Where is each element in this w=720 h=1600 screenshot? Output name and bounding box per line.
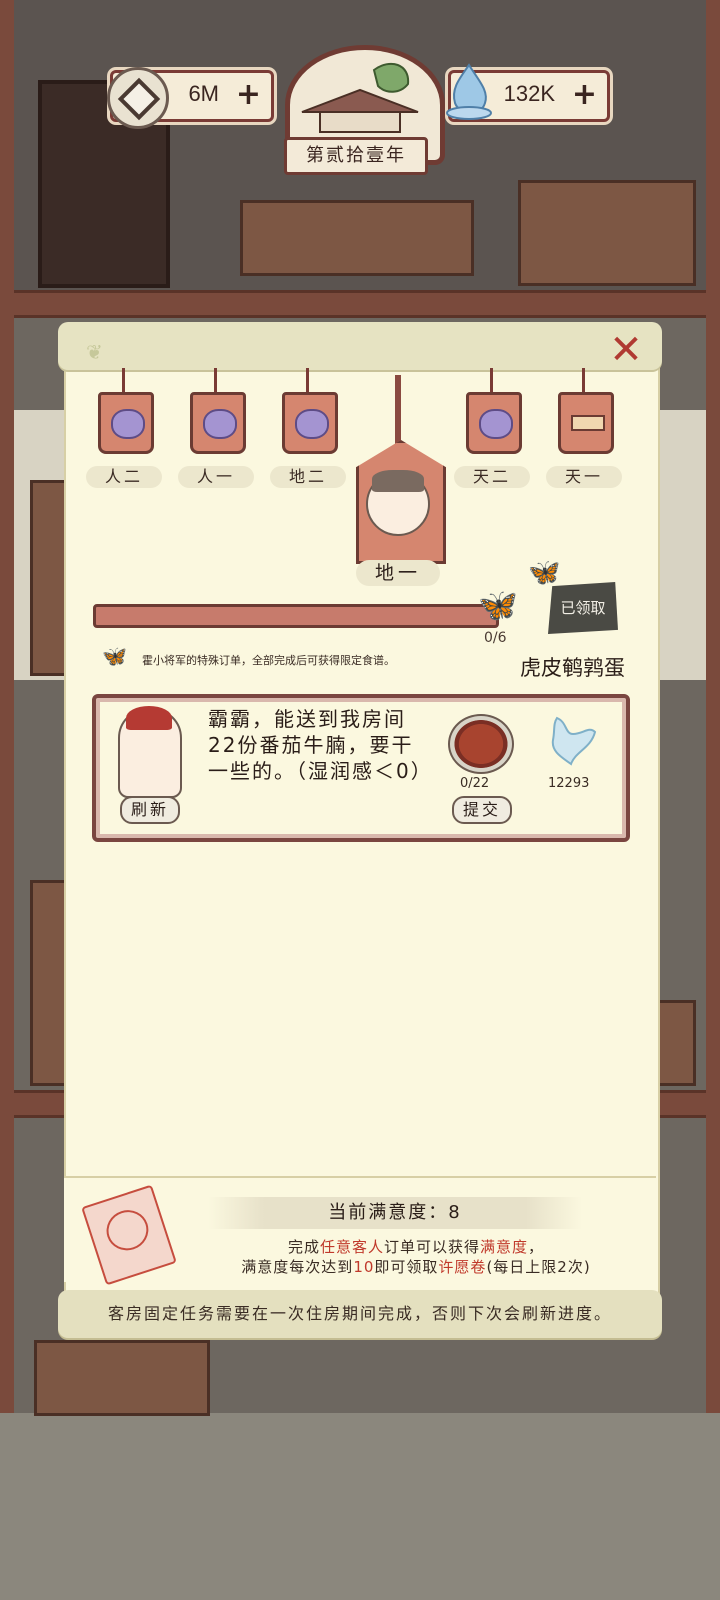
purple-bag-icon (479, 409, 513, 439)
right-pillar (706, 0, 720, 1413)
desc-text: ， (528, 1238, 545, 1256)
bed-furniture (240, 200, 474, 276)
selected-tag-string (395, 375, 401, 445)
coin-icon (107, 67, 169, 129)
progress-text: 0/6 (484, 630, 507, 646)
jade-spirit-icon (551, 716, 597, 766)
dish-count: 0/22 (460, 776, 490, 791)
purple-bag-icon (203, 409, 237, 439)
desc-text: 即可领取 (374, 1258, 439, 1276)
coin-counter: 6M + (107, 67, 274, 129)
desc-text: 完成 (287, 1238, 320, 1256)
submit-button[interactable]: 提交 (452, 796, 512, 824)
panel-scroll-top (58, 322, 662, 370)
right-table-lower (656, 1000, 696, 1086)
tier-tag-tian-er[interactable] (466, 392, 522, 454)
butterfly-icon: 🦋 (528, 558, 561, 588)
tier-label: 天一 (546, 466, 622, 488)
claimed-badge: 已领取 (548, 582, 618, 634)
desc-highlight: 许愿卷 (438, 1258, 487, 1276)
special-note-text: 霍小将军的特殊订单，全部完成后可获得限定食谱。 (142, 654, 395, 667)
butterfly-icon: 🦋 (478, 586, 518, 624)
bottom-cabinet (34, 1340, 210, 1416)
refresh-button[interactable]: 刷新 (120, 796, 180, 824)
box-icon (571, 415, 605, 431)
tier-label: 人一 (178, 466, 254, 488)
year-label: 第贰拾壹年 (284, 137, 428, 175)
jade-spirit-icon (446, 63, 492, 120)
floor-area (0, 1413, 720, 1600)
desc-text: 订单可以获得 (383, 1238, 480, 1256)
tier-label: 人二 (86, 466, 162, 488)
desc-highlight: 10 (353, 1258, 375, 1276)
close-button[interactable]: ✕ (606, 330, 646, 370)
selected-tier-label: 地一 (356, 560, 440, 586)
tier-tag-tian-yi[interactable] (558, 392, 614, 454)
tier-tag-ren-er[interactable] (98, 392, 154, 454)
footer-notice: 客房固定任务需要在一次住房期间完成，否则下次会刷新进度。 (58, 1290, 662, 1338)
tier-tag-ren-yi[interactable] (190, 392, 246, 454)
satisfaction-desc-line1: 完成任意客人订单可以获得满意度， (196, 1236, 636, 1257)
side-table (518, 180, 696, 286)
satisfaction-banner: 当前满意度：8 (208, 1197, 582, 1229)
customer-avatar (118, 706, 182, 798)
tier-label: 地二 (270, 466, 346, 488)
tomato-beef-dish-icon (448, 714, 514, 774)
order-progress-bar (93, 604, 499, 628)
add-coin-button[interactable]: + (236, 77, 261, 113)
add-jade-button[interactable]: + (572, 77, 597, 113)
character-portrait-icon (366, 470, 430, 536)
tier-tag-di-er[interactable] (282, 392, 338, 454)
ceiling-beam (0, 290, 720, 318)
pavilion-icon (301, 62, 419, 133)
tier-label: 天二 (454, 466, 530, 488)
right-wall-segment (656, 410, 706, 680)
purple-bag-icon (111, 409, 145, 439)
left-pillar (0, 0, 14, 1413)
desc-text: 满意度每次达到 (241, 1258, 354, 1276)
jade-reward-count: 12293 (548, 776, 590, 791)
leaf-icon: ❦ (86, 340, 103, 364)
reward-name: 虎皮鹌鹑蛋 (520, 656, 625, 680)
order-request-text: 霸霸，能送到我房间22份番茄牛腩，要干一些的。（湿润感＜0） (208, 707, 433, 783)
purple-bag-icon (295, 409, 329, 439)
satisfaction-desc-line2: 满意度每次达到10即可领取许愿卷(每日上限2次) (196, 1256, 636, 1277)
special-note: 🦋 霍小将军的特殊订单，全部完成后可获得限定食谱。 (100, 644, 488, 672)
coin-value: 6M (188, 81, 219, 106)
desc-highlight: 满意度 (480, 1238, 529, 1256)
desc-highlight: 任意客人 (319, 1238, 384, 1256)
jade-value: 132K (503, 81, 555, 106)
desc-text: (每日上限2次) (486, 1258, 591, 1276)
jade-counter: 132K + (446, 63, 610, 122)
butterfly-icon: 🦋 (102, 644, 127, 668)
